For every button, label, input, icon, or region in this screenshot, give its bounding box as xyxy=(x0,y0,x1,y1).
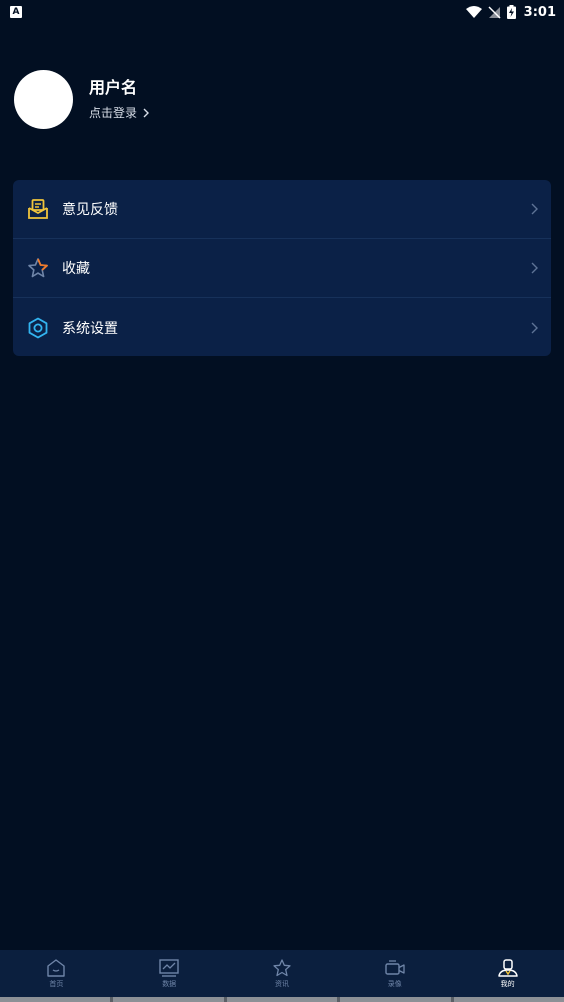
tab-label: 数据 xyxy=(162,979,177,988)
screen: A 3:01 用户名 点击登录 意见反馈 收藏 系统设置 首页 数据 资讯 录像… xyxy=(0,0,564,1002)
menu-item-label: 系统设置 xyxy=(62,320,118,337)
tab-data[interactable]: 数据 xyxy=(113,958,225,989)
chevron-right-icon xyxy=(143,108,150,117)
tab-label: 录像 xyxy=(387,979,402,988)
tab-video[interactable]: 录像 xyxy=(339,959,451,989)
video-icon xyxy=(385,959,405,975)
chevron-right-icon xyxy=(531,322,538,333)
menu-item-label: 收藏 xyxy=(62,261,90,277)
username: 用户名 xyxy=(89,78,138,97)
login-link[interactable]: 点击登录 xyxy=(89,104,150,121)
chevron-right-icon xyxy=(531,262,538,274)
wifi-icon xyxy=(465,5,482,18)
no-signal-icon xyxy=(488,5,501,19)
menu-item-feedback[interactable]: 意见反馈 xyxy=(13,180,551,239)
nav-strip-segment xyxy=(340,997,451,1002)
battery-charging-icon xyxy=(506,5,516,19)
menu-card: 意见反馈 收藏 系统设置 xyxy=(13,180,551,356)
nav-strip-segment xyxy=(0,997,111,1002)
system-nav-strip xyxy=(0,997,564,1002)
status-bar: A 3:01 xyxy=(0,0,564,24)
login-link-label: 点击登录 xyxy=(89,106,138,120)
chart-icon xyxy=(159,958,179,977)
user-icon xyxy=(497,958,518,977)
feedback-mail-icon xyxy=(27,198,49,220)
nav-strip-segment xyxy=(113,997,224,1002)
star-icon xyxy=(27,257,49,279)
tab-label: 我的 xyxy=(500,979,515,988)
nav-strip-segment xyxy=(453,997,564,1002)
profile-header[interactable]: 用户名 点击登录 xyxy=(14,70,150,129)
tab-label: 首页 xyxy=(49,979,64,988)
avatar[interactable] xyxy=(14,70,73,129)
chevron-right-icon xyxy=(531,203,538,215)
menu-item-label: 意见反馈 xyxy=(62,202,118,218)
settings-hex-icon xyxy=(27,317,49,339)
notification-a-icon: A xyxy=(10,6,22,18)
home-icon xyxy=(47,958,66,977)
tab-mine[interactable]: 我的 xyxy=(452,958,564,989)
menu-item-settings[interactable]: 系统设置 xyxy=(13,298,551,356)
tab-news[interactable]: 资讯 xyxy=(226,958,338,989)
star-outline-icon xyxy=(273,958,291,976)
bottom-tab-bar: 首页 数据 资讯 录像 我的 xyxy=(0,950,564,997)
status-time: 3:01 xyxy=(523,4,556,20)
menu-item-favorites[interactable]: 收藏 xyxy=(13,239,551,298)
tab-home[interactable]: 首页 xyxy=(0,958,112,989)
tab-label: 资讯 xyxy=(274,979,289,988)
nav-strip-segment xyxy=(226,997,338,1002)
